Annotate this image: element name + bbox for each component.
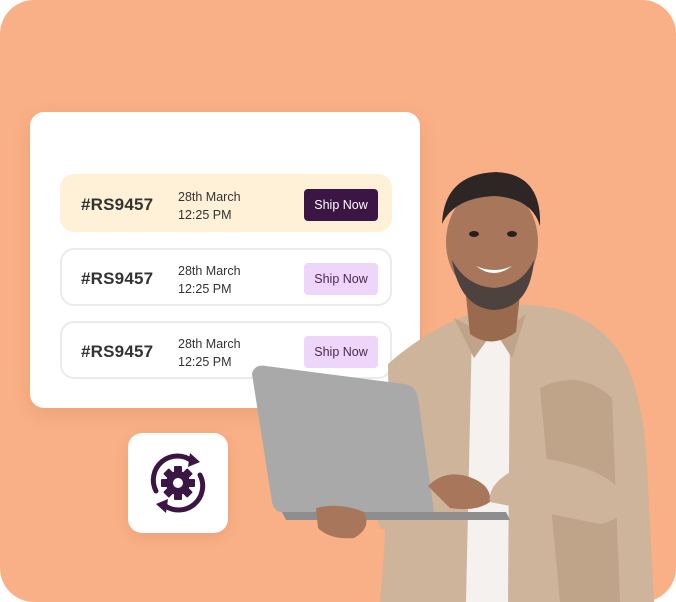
order-date: 28th March <box>178 264 241 278</box>
order-id: #RS9457 <box>81 195 154 214</box>
order-date: 28th March <box>178 190 241 204</box>
person-with-laptop-image <box>252 172 654 602</box>
order-date: 28th March <box>178 337 241 351</box>
order-id: #RS9457 <box>81 342 154 361</box>
order-time: 12:25 PM <box>178 355 232 369</box>
order-time: 12:25 PM <box>178 208 232 222</box>
order-id: #RS9457 <box>81 269 154 288</box>
automation-tile <box>128 433 228 533</box>
gear-sync-icon <box>150 453 206 513</box>
order-time: 12:25 PM <box>178 282 232 296</box>
